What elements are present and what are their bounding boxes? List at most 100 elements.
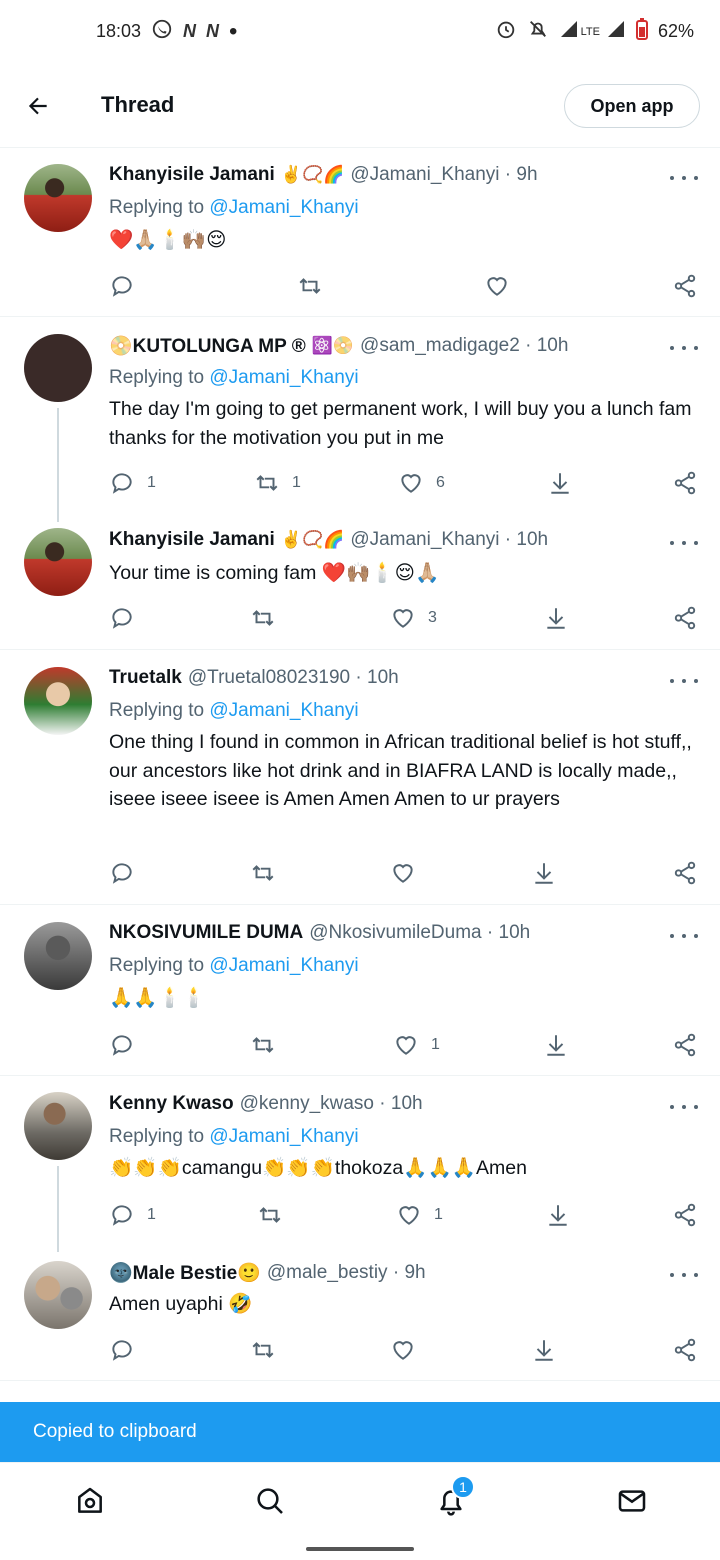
share-button[interactable] [672, 1200, 698, 1230]
author-name[interactable]: 📀KUTOLUNGA MP ® [109, 334, 306, 358]
like-button[interactable] [390, 858, 428, 888]
mention-link[interactable]: @Jamani_Khanyi [209, 955, 358, 976]
author-handle[interactable]: @Jamani_Khanyi [350, 529, 499, 551]
author-name[interactable]: Khanyisile Jamani [109, 529, 275, 551]
author-handle[interactable]: @Jamani_Khanyi [350, 164, 499, 186]
tweet-time[interactable]: 10h [391, 1093, 423, 1115]
more-options-button[interactable] [670, 1097, 698, 1117]
mention-link[interactable]: @Jamani_Khanyi [209, 1126, 358, 1147]
more-options-button[interactable] [670, 168, 698, 188]
download-icon [551, 473, 569, 494]
author-handle[interactable]: @sam_madigage2 [360, 335, 520, 357]
reply-button[interactable]: 1 [109, 468, 156, 498]
tweet-time[interactable]: 10h [537, 335, 569, 357]
tweet-time[interactable]: 10h [367, 667, 399, 689]
author-name[interactable]: 🌚Male Bestie🙂 [109, 1261, 261, 1285]
download-button[interactable] [543, 603, 569, 633]
more-options-button[interactable] [670, 338, 698, 358]
like-button[interactable] [484, 271, 522, 301]
author-handle[interactable]: @kenny_kwaso [240, 1093, 374, 1115]
author-badges: ✌️📿🌈 [280, 165, 345, 184]
share-button[interactable] [672, 1030, 698, 1060]
tweet[interactable]: Khanyisile Jamani ✌️📿🌈 @Jamani_Khanyi · … [0, 518, 720, 650]
tweet[interactable]: Khanyisile Jamani ✌️📿🌈 @Jamani_Khanyi · … [0, 148, 720, 317]
retweet-button[interactable] [257, 1200, 295, 1230]
tweet-text: ❤️🙏🏼🕯️🙌🏽😌 [109, 229, 227, 251]
tweet[interactable]: Kenny Kwaso @kenny_kwaso · 10h Replying … [0, 1077, 720, 1252]
avatar[interactable] [24, 1261, 92, 1329]
retweet-button[interactable] [297, 271, 335, 301]
share-button[interactable] [672, 1335, 698, 1365]
like-button[interactable]: 3 [390, 603, 437, 633]
messages-tab[interactable] [614, 1483, 650, 1519]
share-button[interactable] [672, 271, 698, 301]
author-name[interactable]: Khanyisile Jamani [109, 164, 275, 186]
signal-icon [606, 19, 626, 44]
open-app-button[interactable]: Open app [564, 84, 700, 128]
avatar[interactable] [24, 667, 92, 735]
share-button[interactable] [672, 858, 698, 888]
tweet[interactable]: 📀KUTOLUNGA MP ® ⚛️📀 @sam_madigage2 · 10h… [0, 318, 720, 522]
avatar[interactable] [24, 922, 92, 990]
avatar[interactable] [24, 164, 92, 232]
avatar[interactable] [24, 1092, 92, 1160]
download-button[interactable] [531, 1335, 557, 1365]
author-name[interactable]: Truetalk [109, 667, 182, 689]
back-button[interactable] [20, 88, 56, 124]
mention-link[interactable]: @Jamani_Khanyi [209, 367, 358, 388]
reply-button[interactable] [109, 271, 147, 301]
download-button[interactable] [547, 468, 573, 498]
tweet[interactable]: NKOSIVUMILE DUMA @NkosivumileDuma · 10h … [0, 906, 720, 1076]
retweet-icon [252, 865, 274, 881]
reply-button[interactable] [109, 858, 147, 888]
tweet-time[interactable]: 9h [404, 1262, 425, 1284]
like-button[interactable] [390, 1335, 428, 1365]
author-handle[interactable]: @NkosivumileDuma [309, 922, 481, 944]
tweet[interactable]: 🌚Male Bestie🙂 @male_bestiy · 9h Amen uya… [0, 1247, 720, 1381]
like-button[interactable]: 1 [396, 1200, 443, 1230]
reply-button[interactable] [109, 603, 147, 633]
toast-message: Copied to clipboard [0, 1402, 720, 1462]
more-options-button[interactable] [670, 926, 698, 946]
retweet-button[interactable] [250, 1030, 288, 1060]
download-button[interactable] [543, 1030, 569, 1060]
author-name[interactable]: Kenny Kwaso [109, 1093, 234, 1115]
avatar[interactable] [24, 334, 92, 402]
download-button[interactable] [545, 1200, 571, 1230]
share-button[interactable] [672, 603, 698, 633]
home-indicator[interactable] [306, 1547, 414, 1551]
author-name[interactable]: NKOSIVUMILE DUMA [109, 922, 303, 944]
share-icon [674, 1338, 696, 1362]
home-tab[interactable] [72, 1483, 108, 1519]
retweet-button[interactable] [250, 858, 288, 888]
retweet-button[interactable] [250, 603, 288, 633]
tweet-header: Khanyisile Jamani ✌️📿🌈 @Jamani_Khanyi · … [109, 529, 650, 551]
tweet[interactable]: Truetalk @Truetal08023190 · 10h Replying… [0, 651, 720, 905]
share-button[interactable] [672, 468, 698, 498]
replying-prefix: Replying to [109, 197, 210, 218]
author-handle[interactable]: @Truetal08023190 [188, 667, 350, 689]
like-button[interactable]: 1 [393, 1030, 440, 1060]
reply-button[interactable] [109, 1030, 147, 1060]
tweet-time[interactable]: 10h [499, 922, 531, 944]
mention-link[interactable]: @Jamani_Khanyi [209, 700, 358, 721]
reply-icon [112, 608, 132, 629]
retweet-button[interactable]: 1 [254, 468, 301, 498]
search-tab[interactable] [252, 1483, 288, 1519]
retweet-icon [252, 1037, 274, 1053]
reply-icon [112, 1035, 132, 1056]
author-handle[interactable]: @male_bestiy [267, 1262, 388, 1284]
reply-button[interactable] [109, 1335, 147, 1365]
retweet-button[interactable] [250, 1335, 288, 1365]
more-options-button[interactable] [670, 1265, 698, 1285]
like-button[interactable]: 6 [398, 468, 445, 498]
tweet-header: 🌚Male Bestie🙂 @male_bestiy · 9h [109, 1261, 650, 1285]
more-options-button[interactable] [670, 533, 698, 553]
tweet-time[interactable]: 9h [516, 164, 537, 186]
reply-button[interactable]: 1 [109, 1200, 156, 1230]
more-options-button[interactable] [670, 671, 698, 691]
avatar[interactable] [24, 528, 92, 596]
mention-link[interactable]: @Jamani_Khanyi [209, 197, 358, 218]
download-button[interactable] [531, 858, 557, 888]
tweet-time[interactable]: 10h [516, 529, 548, 551]
